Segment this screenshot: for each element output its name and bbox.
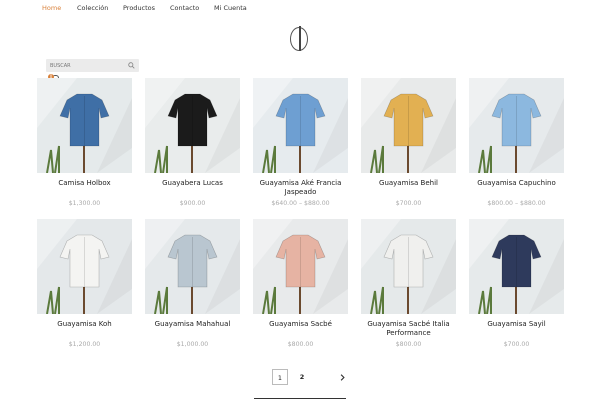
product-image[interactable] [37, 219, 132, 314]
product-card[interactable]: Guayamisa Koh $1,200.00 [37, 219, 132, 354]
product-card[interactable]: Camisa Holbox $1,300.00 [37, 78, 132, 213]
product-price: $700.00 [503, 341, 530, 348]
product-name[interactable]: Guayamisa Sayil [469, 320, 564, 329]
nav-item-3[interactable]: Contacto [170, 4, 199, 12]
product-name[interactable]: Guayamisa Sacbé [253, 320, 348, 329]
product-card[interactable]: Guayamisa Mahahual $1,000.00 [145, 219, 240, 354]
top-nav: Home Colección Productos Contacto Mi Cuenta [0, 0, 600, 16]
product-card[interactable]: Guayamisa Behil $700.00 [361, 78, 456, 213]
product-name[interactable]: Guayamisa Capuchino [469, 179, 564, 188]
product-price: $900.00 [179, 200, 206, 207]
product-price: $1,300.00 [68, 200, 101, 207]
product-image[interactable] [145, 219, 240, 314]
nav-item-2[interactable]: Productos [123, 4, 155, 12]
product-card[interactable]: Guayamisa Sacbé $800.00 [253, 219, 348, 354]
product-name[interactable]: Guayamisa Mahahual [145, 320, 240, 329]
divider [254, 398, 346, 399]
product-price: $800.00 [287, 341, 314, 348]
product-card[interactable]: Guayamisa Aké Francia Jaspeado $640.00 – … [253, 78, 348, 213]
product-name[interactable]: Camisa Holbox [37, 179, 132, 188]
product-price: $800.00 – $880.00 [487, 200, 546, 207]
product-name[interactable]: Guayabera Lucas [145, 179, 240, 188]
chevron-right-icon[interactable] [339, 374, 346, 381]
product-image[interactable] [469, 78, 564, 173]
nav-item-0[interactable]: Home [42, 4, 61, 12]
brand-logo[interactable] [278, 26, 322, 51]
search-input[interactable] [50, 60, 122, 71]
search-icon[interactable] [128, 62, 135, 69]
nav-item-1[interactable]: Colección [77, 4, 108, 12]
product-image[interactable] [361, 78, 456, 173]
search-box [46, 59, 139, 72]
product-card[interactable]: Guayabera Lucas $900.00 [145, 78, 240, 213]
product-image[interactable] [469, 219, 564, 314]
product-price: $640.00 – $880.00 [271, 200, 330, 207]
product-price: $700.00 [395, 200, 422, 207]
nav-item-4[interactable]: Mi Cuenta [214, 4, 247, 12]
product-image[interactable] [37, 78, 132, 173]
product-card[interactable]: Guayamisa Sayil $700.00 [469, 219, 564, 354]
product-card[interactable]: Guayamisa Capuchino $800.00 – $880.00 [469, 78, 564, 213]
product-price: $1,200.00 [68, 341, 101, 348]
product-name[interactable]: Guayamisa Behil [361, 179, 456, 188]
product-image[interactable] [253, 78, 348, 173]
page-1-link[interactable]: 1 [272, 369, 288, 385]
page-2-link[interactable]: 2 [294, 369, 310, 385]
product-name[interactable]: Guayamisa Koh [37, 320, 132, 329]
product-card[interactable]: Guayamisa Sacbé Italia Performance $800.0… [361, 219, 456, 354]
product-name[interactable]: Guayamisa Aké Francia Jaspeado [253, 179, 348, 196]
product-name[interactable]: Guayamisa Sacbé Italia Performance [361, 320, 456, 337]
product-image[interactable] [361, 219, 456, 314]
product-price: $1,000.00 [176, 341, 209, 348]
product-image[interactable] [145, 78, 240, 173]
product-image[interactable] [253, 219, 348, 314]
logo-bar [299, 26, 301, 51]
product-price: $800.00 [395, 341, 422, 348]
